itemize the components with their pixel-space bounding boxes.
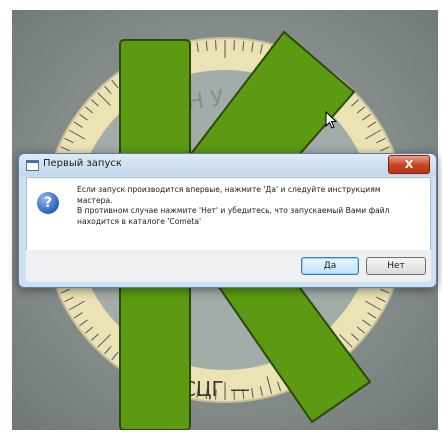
no-button[interactable]: Нет — [366, 257, 426, 275]
dial-tick — [233, 40, 235, 51]
question-icon: ? — [37, 192, 59, 214]
dialog-content: ? Если запуск производится впервые, нажм… — [26, 177, 431, 251]
ring-text-bottom: СЦГ — — [182, 377, 250, 401]
message-line: В противном случае нажмите 'Нет' и убеди… — [77, 206, 390, 215]
mouse-cursor-icon — [325, 111, 337, 129]
message-line: Если запуск производится впервые, нажмит… — [77, 185, 381, 194]
first-run-dialog: Первый запуск X ? Если запуск производит… — [18, 153, 437, 288]
yes-button[interactable]: Да — [301, 257, 359, 275]
dial-tick — [215, 40, 217, 51]
close-button[interactable]: X — [388, 155, 430, 174]
dialog-message: Если запуск производится впервые, нажмит… — [77, 185, 427, 227]
dialog-title: Первый запуск — [43, 158, 122, 169]
dialog-button-bar: Да Нет — [26, 250, 431, 282]
dialog-titlebar[interactable]: Первый запуск X — [19, 154, 436, 176]
message-line: мастера. — [77, 195, 113, 205]
message-line: находится в каталоге 'Cometa' — [77, 216, 202, 226]
window-icon — [26, 160, 39, 171]
